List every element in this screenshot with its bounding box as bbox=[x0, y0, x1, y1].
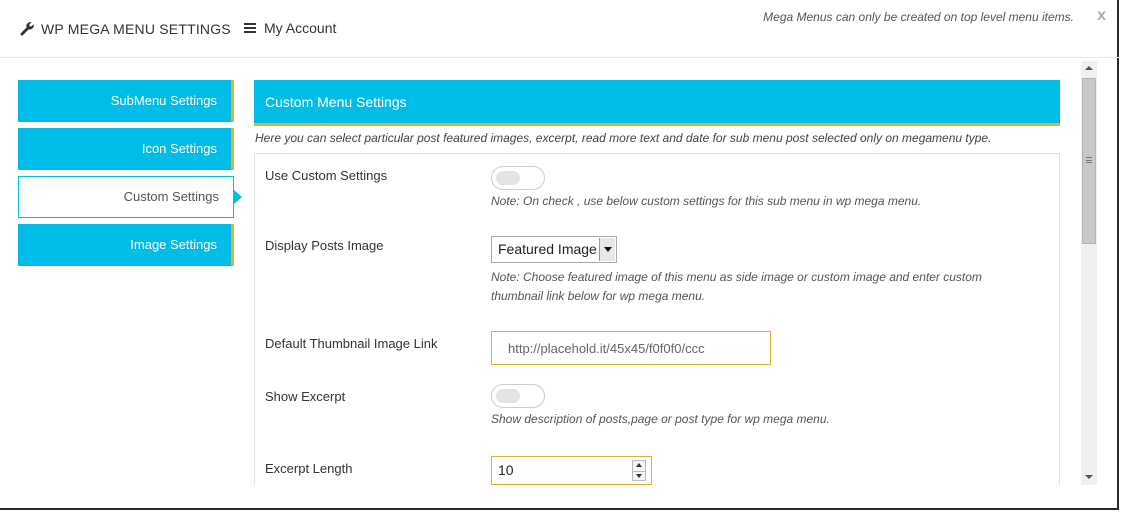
modal-header: WP MEGA MENU SETTINGS My Account Mega Me… bbox=[0, 0, 1119, 58]
panel-intro: Here you can select particular post feat… bbox=[255, 131, 992, 145]
sidebar-item-custom-settings[interactable]: Custom Settings bbox=[18, 176, 242, 218]
panel-title: Custom Menu Settings bbox=[254, 80, 1060, 126]
sidebar-item-image-settings[interactable]: Image Settings bbox=[18, 224, 234, 266]
show-excerpt-note: Show description of posts,page or post t… bbox=[491, 412, 830, 426]
use-custom-settings-toggle[interactable] bbox=[491, 166, 545, 190]
use-custom-settings-note: Note: On check , use below custom settin… bbox=[491, 194, 922, 208]
display-posts-image-select[interactable]: Featured Image bbox=[491, 236, 617, 263]
scroll-down-icon[interactable] bbox=[1081, 469, 1097, 485]
scrollbar-thumb[interactable] bbox=[1082, 78, 1096, 244]
settings-modal: WP MEGA MENU SETTINGS My Account Mega Me… bbox=[0, 0, 1119, 510]
scroll-up-icon[interactable] bbox=[1081, 61, 1097, 77]
excerpt-length-value: 10 bbox=[498, 462, 514, 478]
stepper-down-icon[interactable] bbox=[633, 471, 645, 481]
default-thumbnail-label: Default Thumbnail Image Link bbox=[265, 336, 438, 351]
display-posts-image-label: Display Posts Image bbox=[265, 238, 384, 253]
wrench-icon bbox=[19, 21, 35, 37]
my-account-label: My Account bbox=[264, 20, 337, 36]
sidebar-item-submenu-settings[interactable]: SubMenu Settings bbox=[18, 80, 234, 122]
excerpt-length-stepper[interactable] bbox=[632, 460, 646, 481]
sidebar-item-icon-settings[interactable]: Icon Settings bbox=[18, 128, 234, 170]
display-posts-image-value: Featured Image bbox=[498, 241, 597, 257]
close-icon[interactable]: x bbox=[1097, 7, 1106, 25]
my-account-link[interactable]: My Account bbox=[244, 20, 336, 36]
modal-title-text: WP MEGA MENU SETTINGS bbox=[41, 21, 231, 37]
show-excerpt-toggle[interactable] bbox=[491, 384, 545, 408]
show-excerpt-label: Show Excerpt bbox=[265, 389, 346, 404]
display-posts-image-note: Note: Choose featured image of this menu… bbox=[491, 270, 982, 303]
modal-title: WP MEGA MENU SETTINGS bbox=[19, 21, 231, 37]
excerpt-length-input[interactable]: 10 bbox=[491, 456, 652, 485]
custom-settings-panel: Custom Menu Settings Here you can select… bbox=[254, 80, 1060, 485]
top-level-notice: Mega Menus can only be created on top le… bbox=[763, 10, 1074, 24]
chevron-down-icon bbox=[599, 238, 615, 261]
vertical-scrollbar[interactable] bbox=[1081, 61, 1097, 485]
use-custom-settings-label: Use Custom Settings bbox=[265, 168, 388, 183]
grip-icon bbox=[1086, 157, 1092, 163]
hamburger-menu-icon bbox=[244, 20, 256, 36]
stepper-up-icon[interactable] bbox=[633, 461, 645, 471]
settings-form: Use Custom Settings Note: On check , use… bbox=[254, 153, 1060, 485]
default-thumbnail-input[interactable] bbox=[491, 331, 771, 365]
excerpt-length-label: Excerpt Length bbox=[265, 461, 353, 476]
settings-sidebar: SubMenu Settings Icon Settings Custom Se… bbox=[18, 80, 242, 272]
